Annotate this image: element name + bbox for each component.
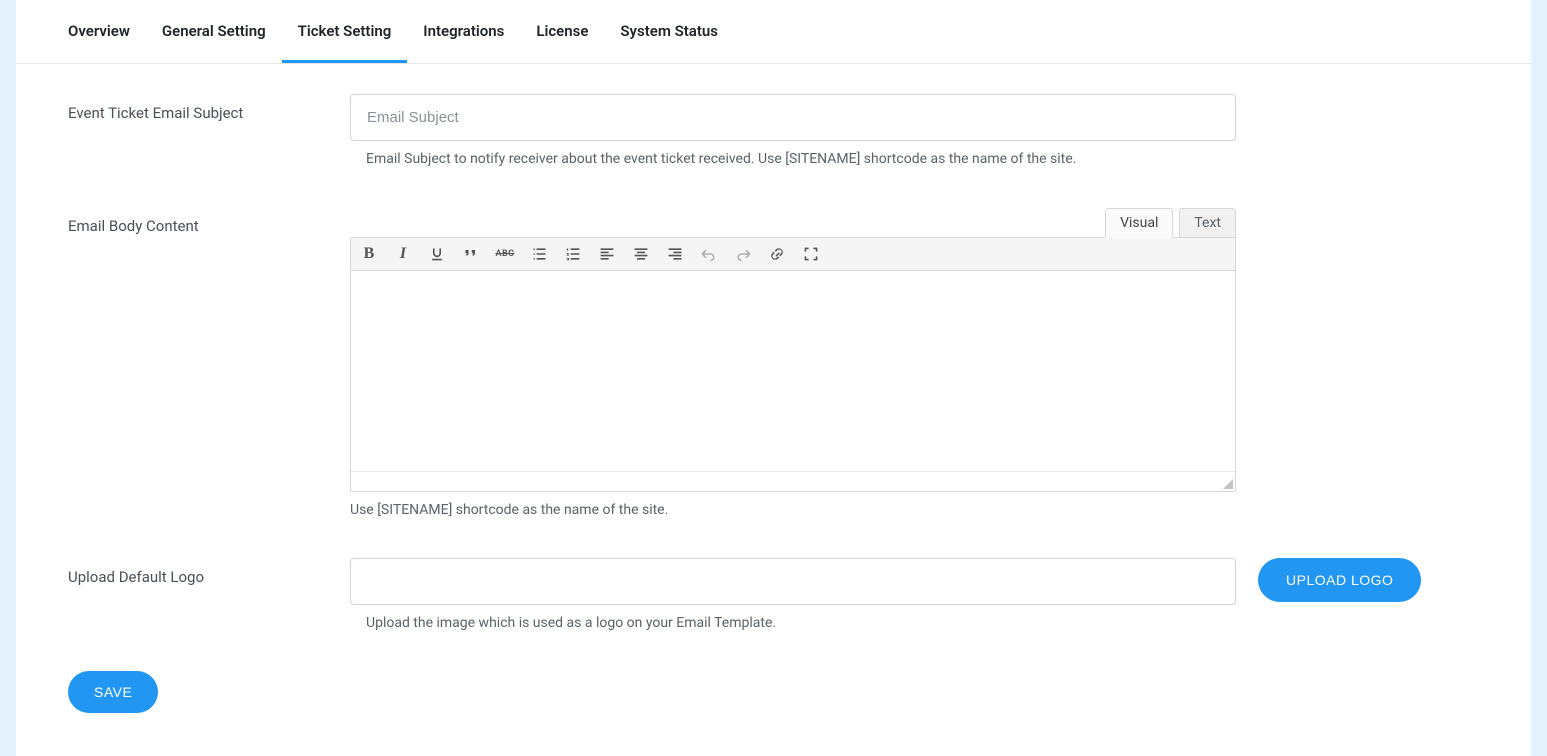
email-body-label: Email Body Content [68,207,350,235]
align-right-icon[interactable] [665,244,685,264]
fullscreen-icon[interactable] [801,244,821,264]
bullet-list-icon[interactable] [529,244,549,264]
editor-toolbar: B I ABC [351,238,1235,271]
upload-logo-label: Upload Default Logo [68,558,350,586]
upload-logo-help: Upload the image which is used as a logo… [350,615,1236,631]
tab-integrations[interactable]: Integrations [407,0,520,63]
editor-statusbar [351,471,1235,491]
email-subject-label: Event Ticket Email Subject [68,94,350,122]
email-subject-input[interactable] [350,94,1236,141]
editor-content-area[interactable] [351,271,1235,471]
resize-handle-icon[interactable] [1223,479,1233,489]
tab-system-status[interactable]: System Status [604,0,734,63]
editor-tab-visual[interactable]: Visual [1105,208,1173,238]
email-subject-help: Email Subject to notify receiver about t… [350,151,1236,167]
numbered-list-icon[interactable] [563,244,583,264]
undo-icon[interactable] [699,244,719,264]
strikethrough-icon[interactable]: ABC [495,244,515,264]
link-icon[interactable] [767,244,787,264]
align-left-icon[interactable] [597,244,617,264]
email-body-help: Use [SITENAME] shortcode as the name of … [350,502,1236,518]
tab-general-setting[interactable]: General Setting [146,0,282,63]
upload-logo-button[interactable]: UPLOAD LOGO [1258,558,1421,602]
tabs-nav: Overview General Setting Ticket Setting … [16,0,1531,64]
italic-icon[interactable]: I [393,244,413,264]
tab-ticket-setting[interactable]: Ticket Setting [282,0,408,63]
upload-logo-input[interactable] [350,558,1236,605]
editor-tab-text[interactable]: Text [1179,208,1236,238]
align-center-icon[interactable] [631,244,651,264]
redo-icon[interactable] [733,244,753,264]
tab-license[interactable]: License [520,0,604,63]
tab-overview[interactable]: Overview [52,0,146,63]
underline-icon[interactable] [427,244,447,264]
bold-icon[interactable]: B [359,244,379,264]
blockquote-icon[interactable] [461,244,481,264]
save-button[interactable]: SAVE [68,671,158,713]
